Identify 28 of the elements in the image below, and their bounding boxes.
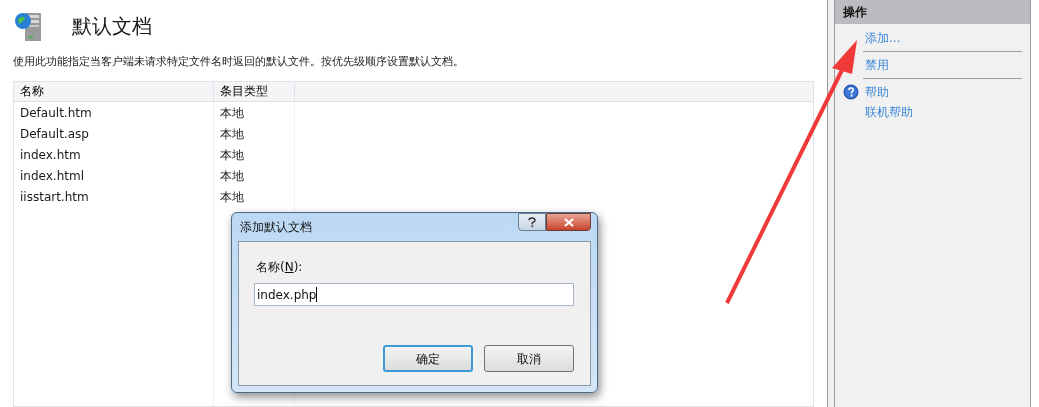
entry-type: 本地 (220, 147, 244, 164)
close-icon (563, 217, 574, 227)
file-name[interactable]: index.htm (20, 146, 81, 164)
page-title: 默认文档 (72, 13, 152, 40)
help-icon (843, 84, 859, 100)
page-description: 使用此功能指定当客户端未请求特定文件名时返回的默认文件。按优先级顺序设置默认文档。 (13, 54, 465, 70)
dialog-title: 添加默认文档 (239, 219, 312, 236)
file-name[interactable]: Default.htm (20, 104, 92, 122)
field-label: 名称(N): (255, 259, 304, 276)
entry-type: 本地 (220, 168, 244, 185)
dialog-button[interactable]: 取消 (484, 345, 574, 372)
column-header[interactable]: 名称 (14, 81, 214, 101)
dialog-button[interactable]: 确定 (383, 345, 473, 372)
column-header[interactable]: 条目类型 (214, 81, 295, 101)
actions-header: 操作 (835, 0, 1030, 24)
question-icon (528, 216, 536, 228)
entry-type: 本地 (220, 105, 244, 122)
entry-type: 本地 (220, 126, 244, 143)
file-name[interactable]: iisstart.htm (20, 188, 89, 206)
help-link[interactable]: 帮助 (865, 83, 889, 101)
action-link[interactable]: 禁用 (865, 56, 889, 74)
help-button[interactable] (518, 213, 546, 231)
file-name[interactable]: index.html (20, 167, 84, 185)
action-link[interactable]: 联机帮助 (865, 103, 913, 121)
file-name[interactable]: Default.asp (20, 125, 89, 143)
close-button[interactable] (546, 213, 591, 231)
name-field[interactable]: index.php (254, 283, 574, 306)
entry-type: 本地 (220, 189, 244, 206)
